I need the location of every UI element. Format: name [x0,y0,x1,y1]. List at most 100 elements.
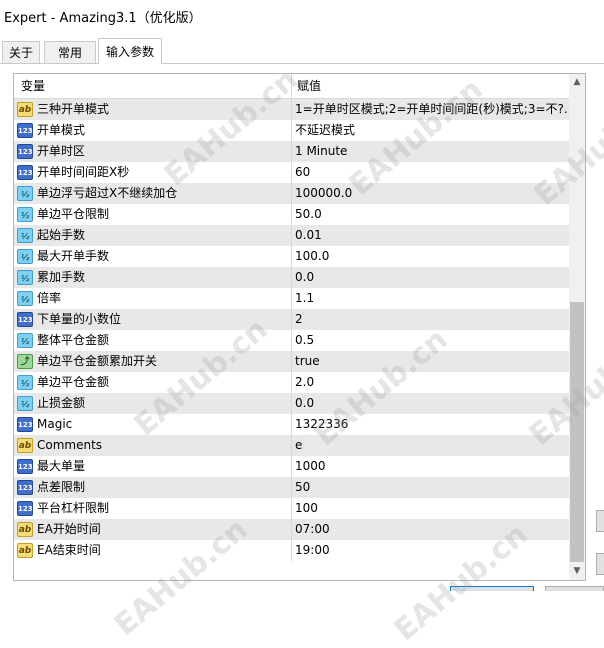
parameter-row[interactable]: 123 开单模式 不延迟模式 [14,120,569,141]
parameter-name: 止损金额 [37,396,86,410]
parameter-name: 累加手数 [37,270,86,284]
parameter-row[interactable]: ½ 起始手数 0.01 [14,225,569,246]
scroll-up-arrow-icon[interactable]: ▲ [569,74,585,91]
parameter-row[interactable]: ½ 单边平仓限制 50.0 [14,204,569,225]
double-type-icon: ½ [17,228,33,243]
cell-divider [291,393,292,414]
string-type-icon: ab [17,102,33,117]
parameter-value[interactable]: 50 [295,477,567,498]
parameter-row[interactable]: 123 点差限制 50 [14,477,569,498]
parameter-name: 单边平仓限制 [37,207,110,221]
parameter-row[interactable]: ab 三种开单模式 1=开单时区模式;2=开单时间间距(秒)模式;3=不?.. [14,99,569,120]
parameter-row[interactable]: 123 最大单量 1000 [14,456,569,477]
parameter-name: 开单时区 [37,144,86,158]
side-button-save[interactable] [596,553,604,575]
column-divider[interactable] [291,74,292,98]
double-type-icon: ½ [17,375,33,390]
ok-button[interactable] [450,586,534,591]
parameter-value[interactable]: 100.0 [295,246,567,267]
parameter-row[interactable]: ab Comments e [14,435,569,456]
integer-type-icon: 123 [17,144,33,159]
parameter-name: 倍率 [37,291,62,305]
cell-divider [291,540,292,561]
cancel-button[interactable] [545,586,604,591]
parameter-row[interactable]: ½ 累加手数 0.0 [14,267,569,288]
parameter-name: 起始手数 [37,228,86,242]
parameter-value[interactable]: 2 [295,309,567,330]
parameter-row[interactable]: ½ 倍率 1.1 [14,288,569,309]
parameter-name: Comments [37,438,103,452]
parameter-value[interactable]: 50.0 [295,204,567,225]
parameter-row[interactable]: 123 开单时间间距X秒 60 [14,162,569,183]
parameter-row[interactable]: ½ 单边平仓金额 2.0 [14,372,569,393]
cell-divider [291,246,292,267]
parameter-name: 单边平仓金额累加开关 [37,354,158,368]
parameter-value[interactable]: 1000 [295,456,567,477]
string-type-icon: ab [17,438,33,453]
parameter-name: 最大开单手数 [37,249,110,263]
parameter-row[interactable]: 123 平台杠杆限制 100 [14,498,569,519]
cell-divider [291,351,292,372]
vertical-scrollbar[interactable]: ▲ ▼ [569,74,585,580]
parameter-name: 单边浮亏超过X不继续加仓 [37,186,178,200]
string-type-icon: ab [17,522,33,537]
parameter-value[interactable]: 0.0 [295,267,567,288]
parameter-value[interactable]: 07:00 [295,519,567,540]
cell-divider [291,456,292,477]
column-header-variable[interactable]: 变量 [21,74,45,98]
parameter-row[interactable]: ⤴ 单边平仓金额累加开关 true [14,351,569,372]
tab-strip: 关于 常用 输入参数 [0,38,604,64]
cell-divider [291,183,292,204]
integer-type-icon: 123 [17,480,33,495]
scroll-down-arrow-icon[interactable]: ▼ [569,563,585,580]
parameter-rows: ab 三种开单模式 1=开单时区模式;2=开单时间间距(秒)模式;3=不?.. 123… [14,99,569,561]
integer-type-icon: 123 [17,501,33,516]
parameter-name: 三种开单模式 [37,102,110,116]
double-type-icon: ½ [17,186,33,201]
parameter-value[interactable]: 19:00 [295,540,567,561]
parameter-value[interactable]: 0.01 [295,225,567,246]
parameter-value[interactable]: 1322336 [295,414,567,435]
parameter-row[interactable]: 123 Magic 1322336 [14,414,569,435]
parameter-value[interactable]: 0.0 [295,393,567,414]
parameter-name: 下单量的小数位 [37,312,122,326]
tab-input-parameters[interactable]: 输入参数 [98,38,162,64]
parameter-value[interactable]: 60 [295,162,567,183]
parameter-value[interactable]: 不延迟模式 [295,120,567,141]
parameter-row[interactable]: ½ 整体平仓金额 0.5 [14,330,569,351]
parameter-value[interactable]: 0.5 [295,330,567,351]
cell-divider [291,498,292,519]
parameter-name: 单边平仓金额 [37,375,110,389]
parameter-row[interactable]: ab EA结束时间 19:00 [14,540,569,561]
double-type-icon: ½ [17,249,33,264]
cell-divider [291,99,292,120]
parameter-value[interactable]: 2.0 [295,372,567,393]
parameter-value[interactable]: true [295,351,567,372]
tab-about[interactable]: 关于 [2,41,40,63]
side-button-load[interactable] [596,510,604,532]
parameter-name: EA结束时间 [37,543,101,557]
parameter-row[interactable]: ½ 止损金额 0.0 [14,393,569,414]
parameter-value[interactable]: e [295,435,567,456]
parameter-row[interactable]: ab EA开始时间 07:00 [14,519,569,540]
tab-common[interactable]: 常用 [44,41,96,63]
cell-divider [291,477,292,498]
parameter-value[interactable]: 1=开单时区模式;2=开单时间间距(秒)模式;3=不?.. [295,99,567,120]
parameter-value[interactable]: 100 [295,498,567,519]
parameter-row[interactable]: ½ 单边浮亏超过X不继续加仓 100000.0 [14,183,569,204]
parameter-row[interactable]: ½ 最大开单手数 100.0 [14,246,569,267]
cell-divider [291,225,292,246]
parameters-grid: 变量 赋值 ab 三种开单模式 1=开单时区模式;2=开单时间间距(秒)模式;3=不… [13,73,586,581]
parameter-row[interactable]: 123 下单量的小数位 2 [14,309,569,330]
column-header-value[interactable]: 赋值 [297,74,321,98]
cell-divider [291,519,292,540]
parameter-row[interactable]: 123 开单时区 1 Minute [14,141,569,162]
scrollbar-thumb[interactable] [570,302,584,562]
parameter-name: 开单时间间距X秒 [37,165,130,179]
double-type-icon: ½ [17,270,33,285]
parameter-value[interactable]: 100000.0 [295,183,567,204]
parameter-value[interactable]: 1.1 [295,288,567,309]
cell-divider [291,288,292,309]
cell-divider [291,309,292,330]
parameter-value[interactable]: 1 Minute [295,141,567,162]
